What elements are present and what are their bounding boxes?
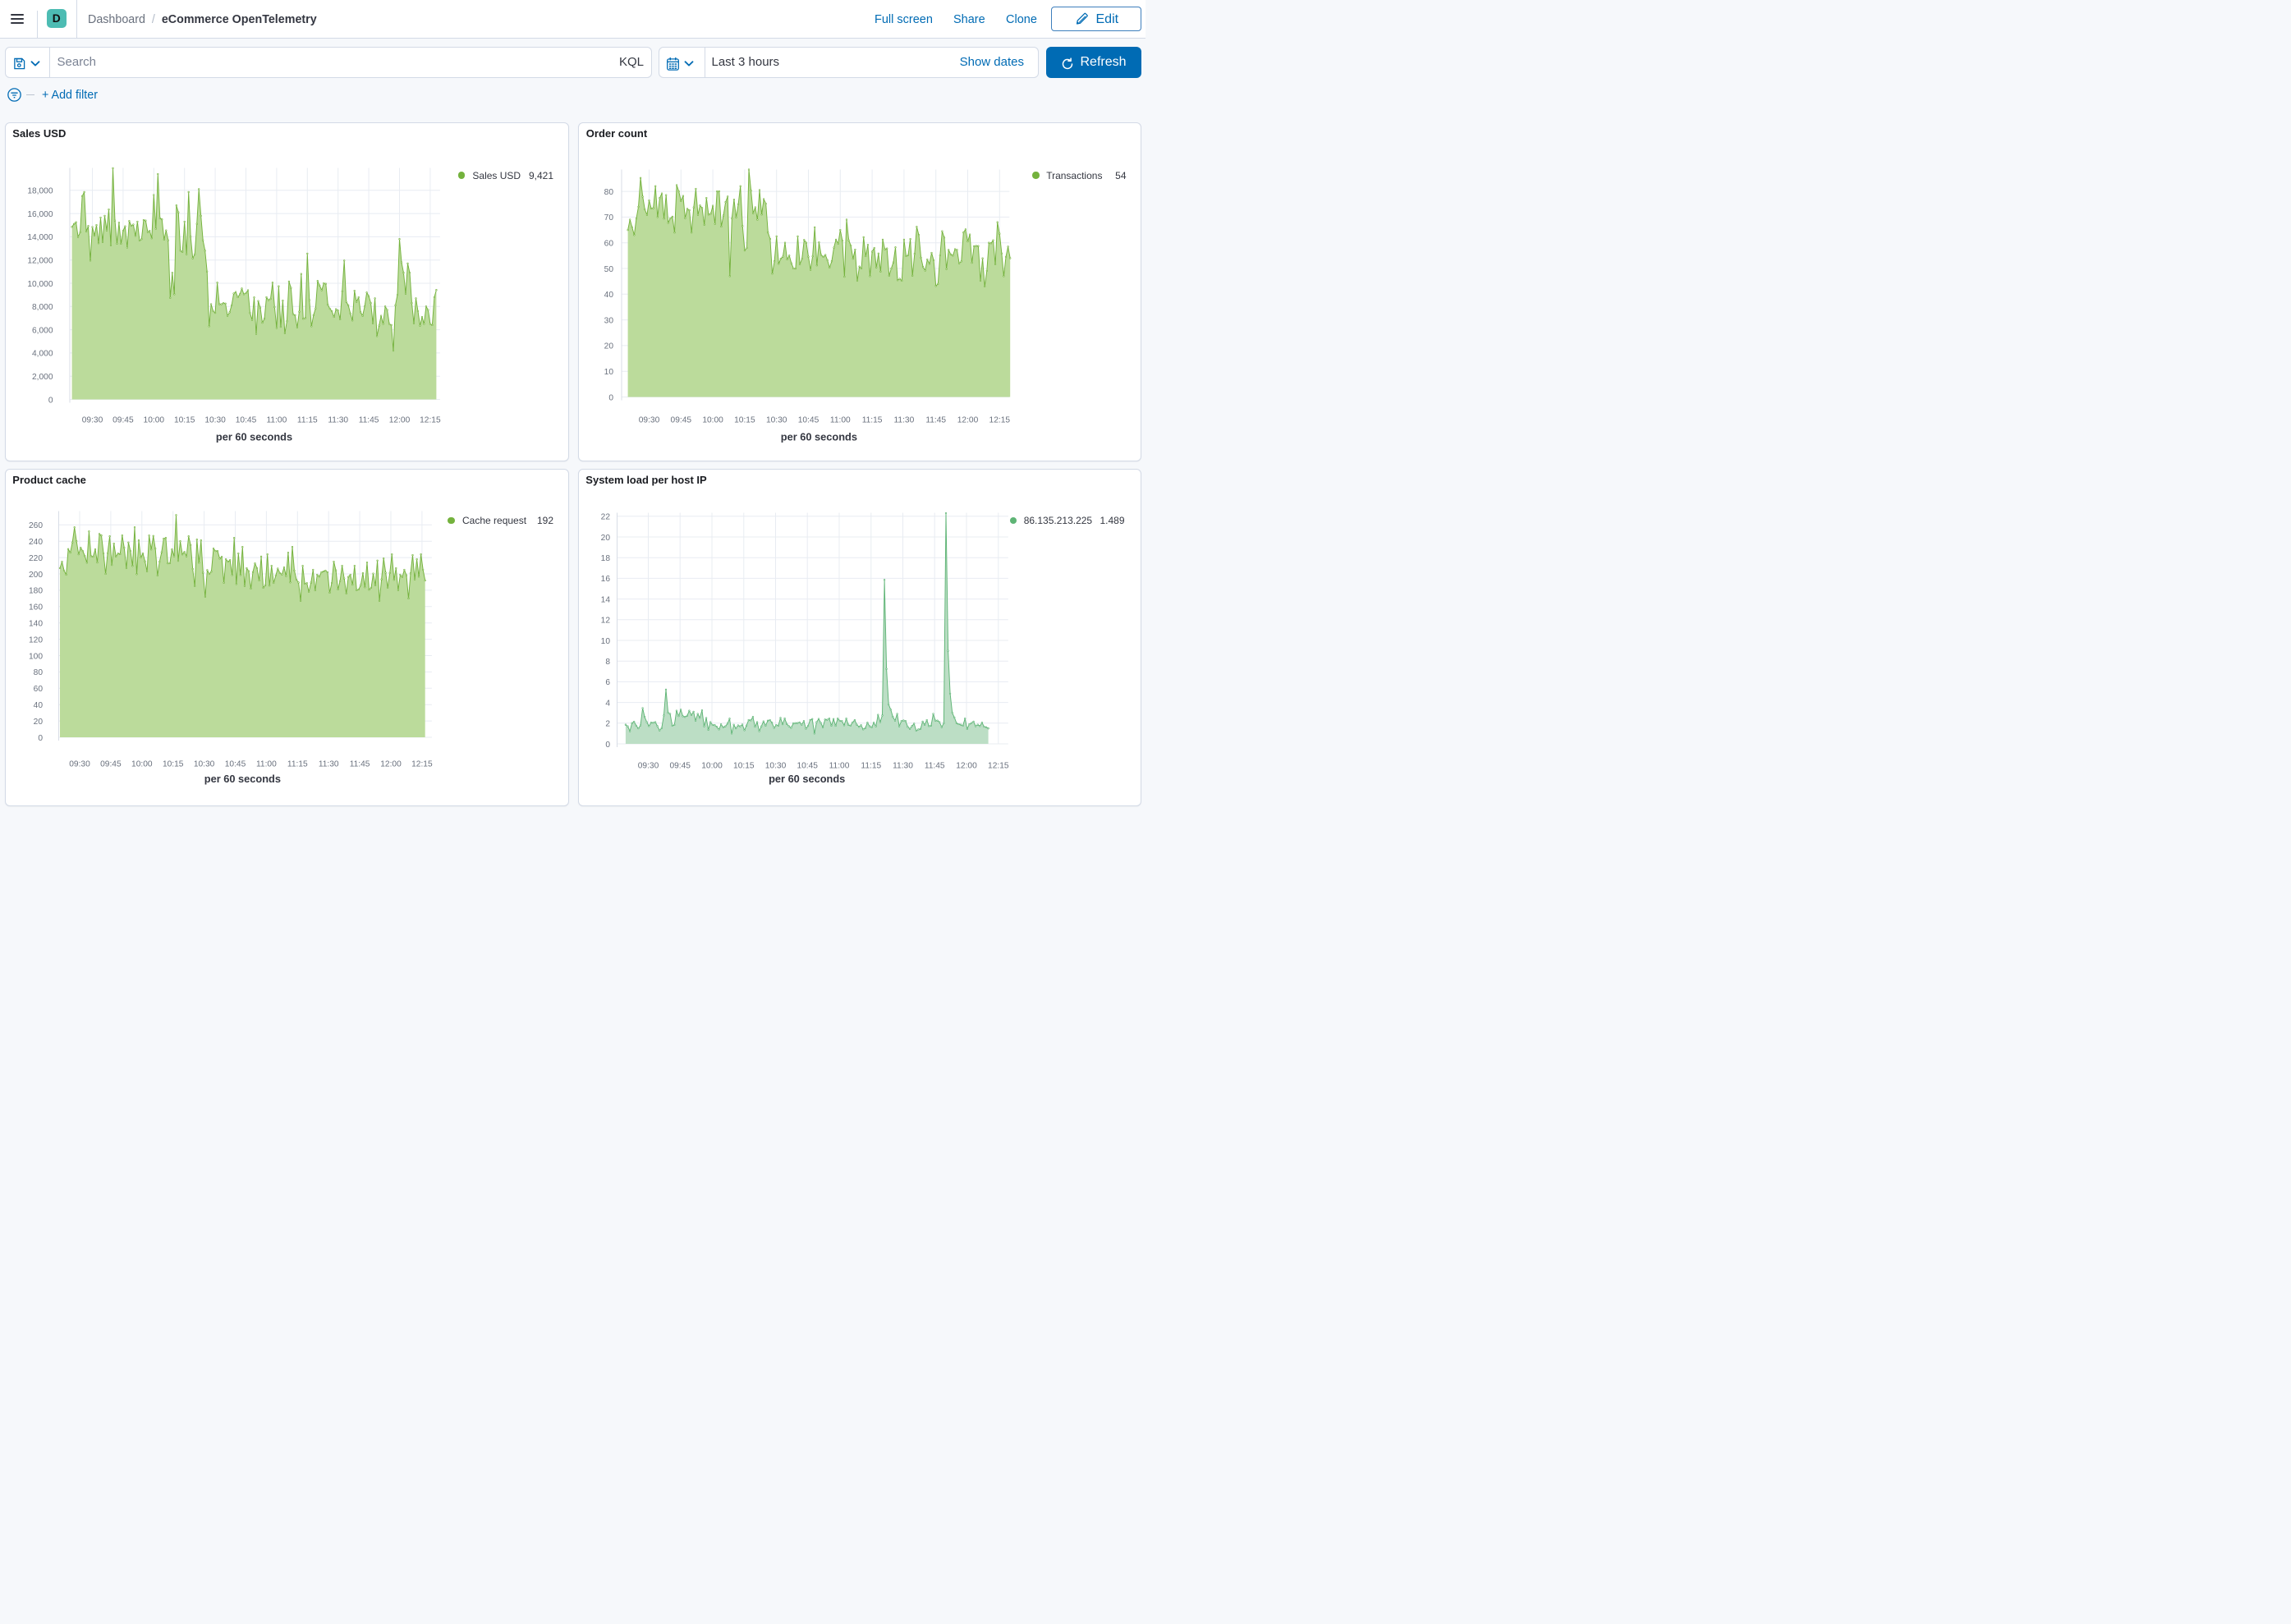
svg-text:12:00: 12:00 [957,415,979,424]
svg-text:80: 80 [604,188,614,197]
svg-text:4: 4 [605,699,610,708]
svg-text:60: 60 [604,240,614,249]
svg-text:10,000: 10,000 [27,280,53,289]
svg-text:20: 20 [604,342,614,351]
svg-text:10: 10 [604,368,614,377]
svg-text:11:45: 11:45 [349,759,370,768]
svg-text:09:30: 09:30 [81,415,103,424]
svg-text:160: 160 [29,603,43,612]
svg-text:11:30: 11:30 [318,759,338,768]
svg-text:11:15: 11:15 [862,415,883,424]
svg-text:12:00: 12:00 [380,759,402,768]
svg-text:10:30: 10:30 [766,415,787,424]
svg-text:0: 0 [608,393,613,402]
svg-text:18,000: 18,000 [27,187,53,196]
svg-text:8,000: 8,000 [32,303,53,312]
svg-text:11:00: 11:00 [830,415,851,424]
svg-text:10:00: 10:00 [702,415,723,424]
svg-text:10:00: 10:00 [143,415,164,424]
svg-text:10:45: 10:45 [798,415,820,424]
svg-text:12:15: 12:15 [989,415,1011,424]
svg-text:10:45: 10:45 [235,415,256,424]
svg-text:4,000: 4,000 [32,350,53,359]
svg-text:30: 30 [604,316,614,325]
svg-text:2,000: 2,000 [32,373,53,382]
svg-text:0: 0 [605,741,610,750]
svg-text:220: 220 [29,554,43,563]
svg-text:6: 6 [605,678,610,687]
svg-text:per 60 seconds: per 60 seconds [215,430,292,443]
svg-text:11:30: 11:30 [894,415,915,424]
svg-text:11:30: 11:30 [893,761,913,770]
svg-text:6,000: 6,000 [32,326,53,335]
svg-text:40: 40 [604,291,614,300]
svg-text:18: 18 [600,554,610,563]
svg-text:70: 70 [604,213,614,222]
svg-text:10:15: 10:15 [733,761,755,770]
svg-text:11:00: 11:00 [256,759,277,768]
svg-text:10:45: 10:45 [797,761,818,770]
svg-text:11:30: 11:30 [328,415,348,424]
svg-text:11:45: 11:45 [358,415,379,424]
svg-text:12:15: 12:15 [420,415,441,424]
svg-text:11:15: 11:15 [861,761,881,770]
svg-text:180: 180 [29,587,43,596]
svg-text:12:15: 12:15 [411,759,433,768]
svg-text:09:45: 09:45 [669,761,691,770]
svg-text:20: 20 [600,534,610,543]
svg-text:11:15: 11:15 [296,415,317,424]
svg-text:260: 260 [29,521,43,530]
svg-text:10:15: 10:15 [173,415,195,424]
svg-text:10: 10 [600,637,610,646]
svg-text:11:45: 11:45 [924,761,944,770]
svg-text:12,000: 12,000 [27,257,53,266]
svg-text:09:30: 09:30 [69,759,90,768]
svg-text:2: 2 [605,720,610,729]
svg-text:12:15: 12:15 [988,761,1009,770]
svg-text:10:30: 10:30 [764,761,786,770]
svg-text:240: 240 [29,538,43,547]
svg-text:11:00: 11:00 [266,415,287,424]
svg-text:100: 100 [29,652,43,661]
svg-text:16: 16 [600,575,610,584]
svg-text:14,000: 14,000 [27,233,53,242]
svg-text:09:30: 09:30 [637,761,659,770]
svg-text:12: 12 [600,617,610,626]
svg-text:09:45: 09:45 [671,415,692,424]
svg-text:120: 120 [29,635,43,645]
svg-text:per 60 seconds: per 60 seconds [781,430,857,443]
svg-text:11:15: 11:15 [287,759,307,768]
svg-text:8: 8 [605,658,610,667]
svg-text:10:15: 10:15 [162,759,183,768]
svg-text:10:45: 10:45 [224,759,246,768]
svg-text:20: 20 [33,718,43,727]
svg-text:10:30: 10:30 [204,415,226,424]
svg-text:10:00: 10:00 [131,759,153,768]
svg-text:10:00: 10:00 [701,761,723,770]
svg-text:40: 40 [33,701,43,710]
svg-text:22: 22 [600,513,610,522]
svg-text:09:45: 09:45 [100,759,122,768]
svg-text:12:00: 12:00 [956,761,977,770]
svg-text:11:00: 11:00 [829,761,849,770]
svg-text:09:30: 09:30 [639,415,660,424]
svg-text:10:15: 10:15 [734,415,755,424]
svg-text:200: 200 [29,571,43,580]
svg-text:80: 80 [33,668,43,677]
svg-text:16,000: 16,000 [27,210,53,219]
svg-text:11:45: 11:45 [925,415,946,424]
svg-text:0: 0 [48,396,53,405]
svg-text:09:45: 09:45 [112,415,134,424]
svg-text:50: 50 [604,265,614,274]
svg-text:140: 140 [29,620,43,629]
svg-text:10:30: 10:30 [193,759,214,768]
svg-text:60: 60 [33,685,43,694]
svg-text:12:00: 12:00 [388,415,410,424]
svg-text:per 60 seconds: per 60 seconds [769,773,845,785]
svg-text:per 60 seconds: per 60 seconds [204,773,280,785]
svg-text:14: 14 [600,595,610,604]
svg-text:0: 0 [38,734,43,743]
